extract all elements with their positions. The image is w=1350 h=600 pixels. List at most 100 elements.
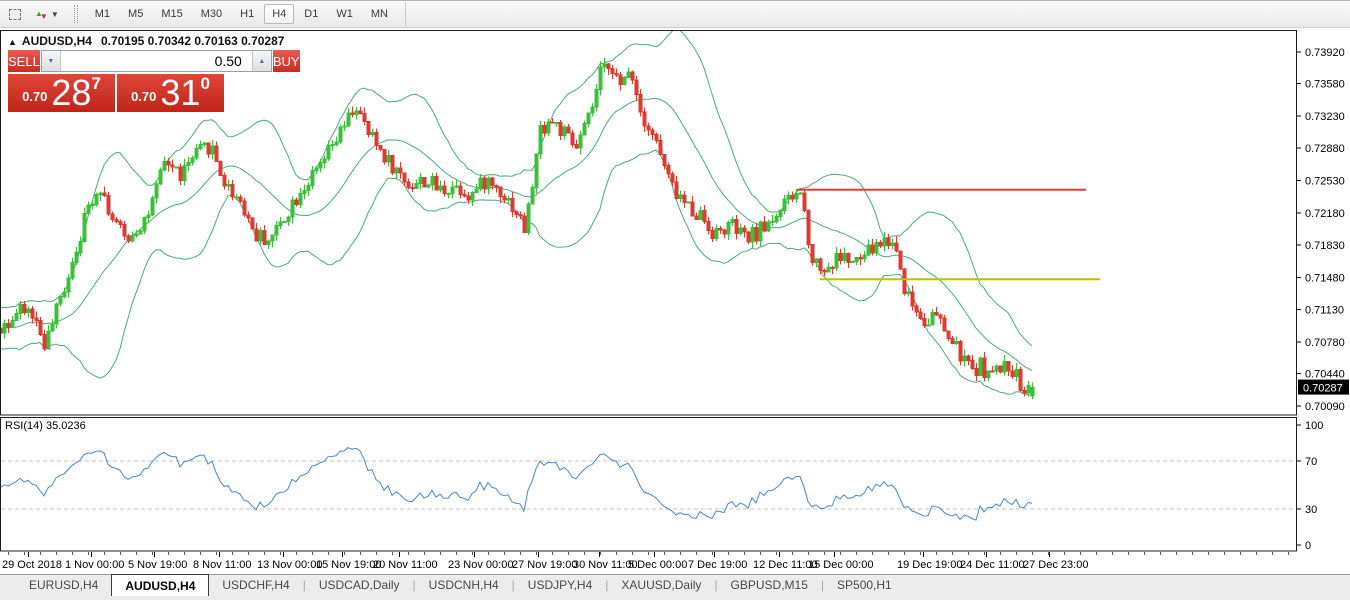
chart-symbol-label: AUDUSD,H4	[22, 34, 92, 48]
candle-body	[695, 216, 698, 220]
candle-body	[931, 312, 934, 324]
tab-usdjpy-h4[interactable]: USDJPY,H4	[515, 575, 605, 596]
price-axis-label: 0.72530	[1305, 175, 1345, 187]
buy-button[interactable]: BUY	[273, 50, 300, 72]
candle-body	[923, 318, 926, 325]
candle-body	[839, 253, 842, 260]
candle-body	[211, 146, 214, 154]
candle-body	[515, 212, 518, 215]
tab-usdchf-h4[interactable]: USDCHF,H4	[209, 575, 302, 596]
candle-body	[399, 168, 402, 173]
candle-body	[791, 195, 794, 199]
candle-body	[243, 201, 246, 215]
candle-body	[71, 263, 74, 278]
candle-body	[739, 228, 742, 233]
candle-body	[443, 186, 446, 194]
sell-price-display[interactable]: 0.70 28 7	[8, 74, 115, 112]
timeframe-button-w1[interactable]: W1	[328, 4, 361, 24]
price-axis-label: 0.70090	[1305, 401, 1345, 413]
candle-body	[343, 126, 346, 127]
timeframe-button-mn[interactable]: MN	[363, 4, 396, 24]
candle-body	[403, 173, 406, 182]
timeframe-button-m5[interactable]: M5	[120, 4, 151, 24]
candle-body	[567, 127, 570, 133]
dropdown-caret-icon: ▼	[51, 10, 59, 19]
candle-body	[479, 178, 482, 189]
candle-body	[587, 113, 590, 124]
candle-body	[871, 245, 874, 253]
candle-body	[535, 154, 538, 188]
volume-increase-button[interactable]: ▲	[252, 51, 271, 71]
candle-body	[191, 158, 194, 163]
candle-body	[1023, 390, 1026, 393]
window-layout-button[interactable]	[4, 3, 26, 25]
tab-eurusd-h4[interactable]: EURUSD,H4	[16, 575, 111, 596]
volume-decrease-button[interactable]: ▼	[42, 51, 61, 71]
candle-body	[595, 89, 598, 107]
candle-body	[127, 236, 130, 241]
tab-audusd-h4[interactable]: AUDUSD,H4	[111, 574, 209, 596]
timeframe-button-m1[interactable]: M1	[87, 4, 118, 24]
chart-title: ▲AUDUSD,H40.70195 0.70342 0.70163 0.7028…	[8, 34, 284, 48]
candle-body	[203, 143, 206, 144]
tab-gbpusd-m15[interactable]: GBPUSD,M15	[718, 575, 821, 596]
candle-body	[851, 261, 854, 262]
candle-body	[15, 314, 18, 321]
candle-body	[39, 321, 42, 335]
candle-body	[639, 94, 642, 112]
volume-input[interactable]	[61, 51, 252, 71]
tab-xauusd-daily[interactable]: XAUUSD,Daily	[608, 575, 714, 596]
candle-body	[143, 218, 146, 231]
candle-body	[843, 254, 846, 261]
candle-body	[779, 211, 782, 217]
candle-body	[743, 228, 746, 232]
candle-body	[723, 230, 726, 234]
candle-body	[863, 255, 866, 259]
candle-body	[383, 150, 386, 162]
candle-body	[219, 161, 222, 175]
rsi-panel-area[interactable]	[1, 418, 1297, 552]
candle-body	[675, 182, 678, 198]
candle-body	[563, 127, 566, 135]
price-axis-label: 0.73920	[1305, 47, 1345, 59]
timeframe-group: M1M5M15M30H1H4D1W1MN	[86, 4, 397, 24]
candle-body	[339, 127, 342, 142]
timeframe-button-d1[interactable]: D1	[296, 4, 326, 24]
timeframe-button-m15[interactable]: M15	[153, 4, 190, 24]
candle-body	[1011, 371, 1014, 377]
tab-usdcad-daily[interactable]: USDCAD,Daily	[306, 575, 413, 596]
candle-body	[299, 193, 302, 204]
candle-body	[859, 258, 862, 260]
candle-body	[287, 217, 290, 222]
timeframe-button-h1[interactable]: H1	[232, 4, 262, 24]
candle-body	[1003, 361, 1006, 372]
candle-body	[507, 199, 510, 200]
rsi-axis: 10070300	[1297, 420, 1323, 552]
tab-usdcnh-h4[interactable]: USDCNH,H4	[416, 575, 512, 596]
candle-body	[775, 217, 778, 222]
candle-body	[631, 72, 634, 80]
buy-price-display[interactable]: 0.70 31 0	[117, 74, 224, 112]
timeframe-button-h4[interactable]: H4	[264, 4, 294, 24]
time-axis: 29 Oct 20181 Nov 00:005 Nov 19:008 Nov 1…	[2, 552, 1289, 571]
candle-body	[715, 228, 718, 238]
candle-body	[247, 215, 250, 218]
time-axis-label: 20 Nov 11:00	[373, 559, 438, 571]
candle-body	[303, 191, 306, 194]
price-axis-label: 0.72880	[1305, 143, 1345, 155]
candle-body	[63, 292, 66, 296]
candle-body	[811, 244, 814, 262]
candle-body	[719, 228, 722, 230]
candle-body	[231, 184, 234, 197]
tab-sp500-h1[interactable]: SP500,H1	[824, 575, 905, 596]
candle-body	[31, 309, 34, 318]
timeframe-button-m30[interactable]: M30	[193, 4, 230, 24]
candle-body	[295, 200, 298, 204]
candle-body	[51, 324, 54, 331]
candle-body	[615, 73, 618, 74]
arrange-charts-button[interactable]: ▲▼ ▼	[30, 3, 64, 25]
price-axis-label: 0.70780	[1305, 337, 1345, 349]
collapse-triangle-icon: ▲	[8, 37, 17, 47]
candle-body	[387, 155, 390, 162]
sell-button[interactable]: SELL	[8, 50, 40, 72]
